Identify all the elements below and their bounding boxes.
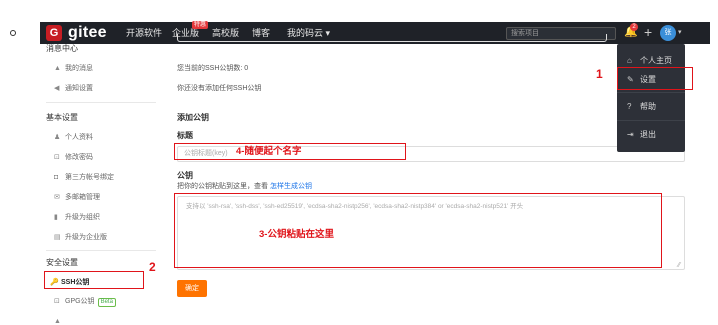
menu-item-label: 个人主页: [640, 56, 672, 65]
shield-icon: ▲: [54, 318, 61, 325]
nav-open-source[interactable]: 开源软件: [126, 27, 162, 39]
sidebar-item-upgrade-enterprise[interactable]: ▤ 升级为企业版: [54, 233, 107, 243]
annotation-step-4: 4-随便起个名字: [236, 146, 302, 157]
avatar[interactable]: 张: [660, 25, 676, 41]
list-bullet: [10, 30, 16, 36]
sidebar-item-notification-settings[interactable]: ◀ 通知设置: [54, 84, 93, 94]
menu-item-label: 帮助: [640, 102, 656, 111]
menu-item-homepage[interactable]: ⌂ 个人主页: [627, 56, 672, 66]
building-icon: ▤: [54, 234, 61, 241]
add-key-heading: 添加公钥: [177, 113, 209, 122]
sidebar-item-multi-email[interactable]: ✉ 多邮箱管理: [54, 193, 100, 203]
sidebar-item-label: 升级为组织: [65, 214, 100, 221]
no-keys-message: 你还没有添加任何SSH公钥: [177, 85, 262, 92]
sidebar-divider: [46, 250, 156, 251]
chevron-down-icon[interactable]: ▾: [678, 28, 682, 38]
resize-handle-icon[interactable]: ⁄⁄: [678, 262, 680, 269]
sidebar-divider: [46, 102, 156, 103]
user-icon: ♟: [54, 134, 61, 141]
sidebar-item-label: GPG公钥: [65, 298, 95, 305]
sidebar-item-label: 个人资料: [65, 134, 93, 141]
logout-icon: ⇥: [627, 130, 634, 139]
sidebar-item-label: 修改密码: [65, 154, 93, 161]
gitee-logo[interactable]: G gitee: [46, 24, 107, 42]
confirm-button[interactable]: 确定: [177, 280, 207, 297]
sidebar-item-label: 第三方帐号绑定: [65, 174, 114, 181]
annotation-box-key: [174, 193, 662, 268]
sidebar-heading-messages: 消息中心: [46, 44, 78, 53]
menu-item-help[interactable]: ? 帮助: [627, 102, 656, 112]
key-label: 公钥: [177, 171, 193, 180]
sidebar-item-third-party[interactable]: ◘ 第三方帐号绑定: [54, 173, 114, 183]
menu-item-label: 退出: [640, 130, 656, 139]
home-icon: ⌂: [627, 56, 632, 65]
create-plus-icon[interactable]: +: [644, 24, 652, 40]
sidebar-item-profile[interactable]: ♟ 个人资料: [54, 133, 93, 143]
title-label: 标题: [177, 131, 193, 140]
sidebar-item-label: 我的消息: [65, 65, 93, 72]
sidebar-heading-basic: 基本设置: [46, 113, 78, 122]
annotation-box-settings: [617, 67, 693, 90]
beta-badge: Beta: [97, 298, 116, 307]
sidebar-item-partial[interactable]: ▲: [54, 317, 65, 325]
lock-icon: ⊡: [54, 154, 60, 161]
sidebar-item-label: 通知设置: [65, 85, 93, 92]
menu-item-logout[interactable]: ⇥ 退出: [627, 130, 656, 140]
lock-icon: ⊡: [54, 298, 60, 305]
bind-icon: ◘: [54, 174, 59, 181]
bell-icon: ▲: [54, 65, 61, 72]
annotation-box-ssh: [44, 271, 144, 289]
logo-text: gitee: [68, 24, 107, 41]
annotation-step-1: 1: [596, 67, 603, 81]
sidebar-item-password[interactable]: ⊡ 修改密码: [54, 153, 93, 163]
user-dropdown-menu: ⌂ 个人主页 ✎ 设置 ? 帮助 ⇥ 退出: [617, 44, 685, 152]
top-panel-edge: [177, 34, 607, 42]
chart-icon: ▮: [54, 214, 58, 221]
sidebar-item-upgrade-org[interactable]: ▮ 升级为组织: [54, 213, 100, 223]
enterprise-hot-badge: 特惠: [192, 21, 209, 29]
how-to-generate-link[interactable]: 怎样生成公钥: [270, 183, 312, 190]
sidebar-item-label: 多邮箱管理: [65, 194, 100, 201]
key-hint: 把你的公钥粘贴到这里，查看 怎样生成公钥: [177, 182, 312, 192]
annotation-step-2: 2: [149, 260, 156, 274]
sidebar-item-label: 升级为企业版: [65, 234, 107, 241]
mail-icon: ✉: [54, 194, 60, 201]
notification-count-badge: 2: [630, 23, 638, 31]
gitee-logo-icon: G: [46, 25, 62, 41]
sidebar-item-my-messages[interactable]: ▲ 我的消息: [54, 64, 93, 74]
sidebar-item-gpg-keys[interactable]: ⊡ GPG公钥 Beta: [54, 297, 116, 307]
sidebar-heading-security: 安全设置: [46, 258, 78, 267]
menu-divider: [617, 120, 685, 121]
ssh-key-count: 您当前的SSH公钥数: 0: [177, 65, 249, 72]
speaker-icon: ◀: [54, 85, 60, 92]
key-hint-text: 把你的公钥粘贴到这里，查看: [177, 183, 268, 190]
annotation-step-3: 3-公钥粘贴在这里: [259, 229, 334, 240]
menu-divider: [617, 92, 685, 93]
help-icon: ?: [627, 102, 632, 111]
page: G gitee 开源软件 企业版 特惠 高校版 博客 我的码云 ▾ 搜索项目 🔔…: [0, 0, 718, 325]
